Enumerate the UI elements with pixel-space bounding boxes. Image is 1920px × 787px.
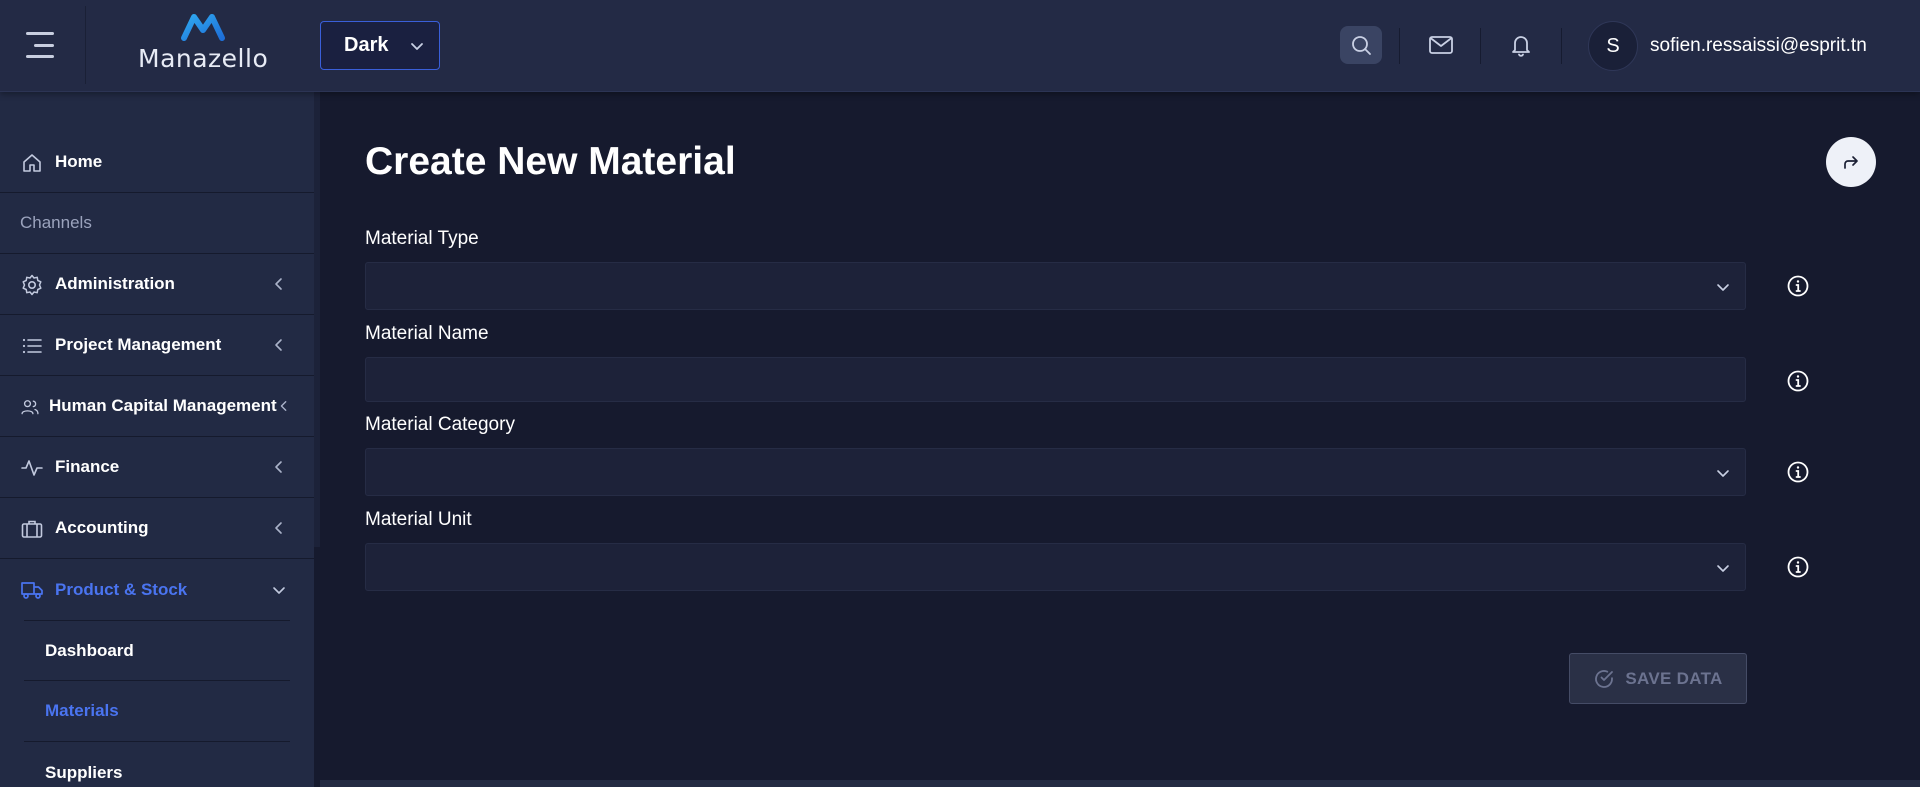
sidebar-item-project-management[interactable]: Project Management (0, 315, 314, 376)
chevron-down-icon (411, 43, 423, 50)
material-unit-select[interactable] (365, 543, 1746, 591)
material-category-label: Material Category (365, 414, 515, 435)
divider (1399, 28, 1400, 64)
chevron-left-icon (275, 522, 282, 534)
sidebar-item-accounting[interactable]: Accounting (0, 498, 314, 559)
divider (1480, 28, 1481, 64)
avatar: S (1588, 21, 1638, 71)
save-button[interactable]: SAVE DATA (1569, 653, 1747, 704)
sidebar-item-administration[interactable]: Administration (0, 254, 314, 315)
theme-dropdown[interactable]: Dark (320, 21, 440, 70)
sidebar-item-human-capital-management[interactable]: Human Capital Management (0, 376, 314, 437)
info-icon[interactable] (1786, 274, 1810, 298)
sidebar-item-product-stock[interactable]: Product & Stock (0, 559, 314, 620)
chevron-left-icon (280, 401, 287, 411)
brand-logo[interactable]: Manazello (138, 12, 268, 78)
sidebar-subitem-suppliers[interactable]: Suppliers (24, 742, 290, 787)
info-icon[interactable] (1786, 555, 1810, 579)
chevron-down-icon (1717, 565, 1729, 572)
share-arrow-icon (1844, 156, 1858, 169)
activity-icon (21, 460, 43, 476)
save-button-label: SAVE DATA (1625, 668, 1723, 688)
search-button[interactable] (1340, 26, 1382, 64)
theme-dropdown-value: Dark (344, 34, 389, 56)
chevron-left-icon (275, 278, 282, 290)
briefcase-icon (21, 520, 43, 538)
sidebar-item-label: Accounting (55, 518, 149, 537)
sidebar-item-label: Human Capital Management (49, 396, 277, 415)
divider (85, 6, 86, 84)
sidebar-subitem-dashboard[interactable]: Dashboard (24, 620, 290, 681)
sidebar: Home Channels Administration Project Man… (0, 92, 314, 787)
sidebar-subitem-materials[interactable]: Materials (24, 681, 290, 742)
home-icon (23, 154, 41, 172)
sidebar-item-home[interactable]: Home (0, 132, 314, 193)
chevron-left-icon (275, 461, 282, 473)
brand-name: Manazello (138, 44, 269, 73)
footer-edge (320, 780, 1920, 787)
sidebar-item-label: Finance (55, 457, 120, 476)
material-type-select[interactable] (365, 262, 1746, 310)
info-icon[interactable] (1786, 369, 1810, 393)
list-icon (22, 338, 42, 354)
material-unit-label: Material Unit (365, 509, 472, 530)
main-content: Create New Material Material Type Materi… (320, 92, 1920, 787)
user-menu[interactable]: S sofien.ressaissi@esprit.tn (1588, 20, 1867, 72)
bell-icon (1512, 36, 1530, 57)
menu-toggle-icon[interactable] (26, 32, 56, 58)
users-icon (21, 400, 39, 415)
notifications-button[interactable] (1500, 26, 1542, 64)
material-type-label: Material Type (365, 228, 479, 249)
sidebar-item-finance[interactable]: Finance (0, 437, 314, 498)
sidebar-section-channels: Channels (0, 193, 314, 254)
sidebar-item-label: Administration (55, 274, 175, 293)
material-category-select[interactable] (365, 448, 1746, 496)
top-bar: Manazello Dark S sofien.ressaissi@esprit… (0, 0, 1920, 92)
sidebar-item-label: Project Management (55, 335, 222, 354)
gear-icon (22, 274, 42, 296)
info-icon[interactable] (1786, 460, 1810, 484)
mail-icon (1429, 36, 1453, 54)
chevron-down-icon (1717, 284, 1729, 291)
messages-button[interactable] (1420, 26, 1462, 64)
check-circle-icon (1595, 669, 1614, 688)
sidebar-item-label: Home (55, 152, 103, 171)
divider (1561, 28, 1562, 64)
page-title: Create New Material (365, 140, 736, 183)
sidebar-item-label: Product & Stock (55, 579, 188, 599)
chevron-left-icon (275, 339, 282, 351)
truck-icon (21, 582, 43, 599)
search-icon (1352, 36, 1371, 55)
material-name-input[interactable] (365, 357, 1746, 402)
back-button[interactable] (1826, 137, 1876, 187)
manazello-logo-icon (181, 14, 225, 41)
user-email: sofien.ressaissi@esprit.tn (1650, 35, 1867, 56)
chevron-down-icon (273, 587, 285, 594)
material-name-label: Material Name (365, 323, 489, 344)
chevron-down-icon (1717, 470, 1729, 477)
